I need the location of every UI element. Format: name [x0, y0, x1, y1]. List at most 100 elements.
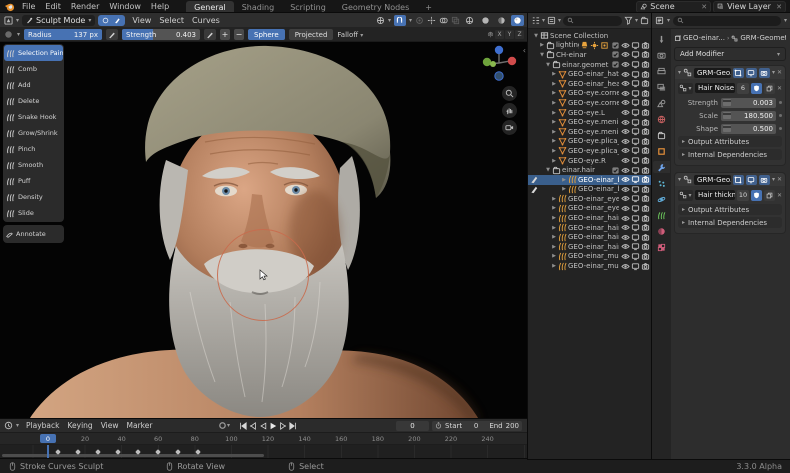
disable-viewport-icon[interactable]	[631, 214, 640, 223]
zoom-button[interactable]	[502, 86, 517, 101]
disclosure-down-icon[interactable]: ▼	[545, 62, 551, 68]
breadcrumb-object[interactable]: GEO-einar...	[683, 34, 725, 42]
disable-render-icon[interactable]	[641, 79, 650, 88]
disable-viewport-icon[interactable]	[631, 127, 640, 136]
exclude-checkbox[interactable]	[611, 41, 620, 50]
modifier-close-icon[interactable]: ✕	[777, 69, 782, 76]
hide-viewport-eye-icon[interactable]	[621, 70, 630, 79]
properties-options-chevron-icon[interactable]: ▾	[784, 17, 787, 24]
disable-render-icon[interactable]	[641, 233, 650, 242]
hide-viewport-eye-icon[interactable]	[621, 89, 630, 98]
subpanel-internal-dependencies[interactable]: ▸ Internal Dependencies	[678, 217, 782, 228]
disclosure-right-icon[interactable]: ▶	[551, 71, 557, 77]
disable-viewport-icon[interactable]	[631, 98, 640, 107]
outliner-row[interactable]: ▶ GEO-eye.cornea	[528, 89, 652, 99]
xray-toggle-icon[interactable]	[451, 16, 460, 25]
menu-render[interactable]: Render	[66, 1, 104, 12]
input-attribute-toggle-icon[interactable]	[723, 125, 731, 132]
disable-render-icon[interactable]	[641, 194, 650, 203]
modifier-close-icon[interactable]: ✕	[777, 176, 782, 183]
scene-close-icon[interactable]: ✕	[701, 3, 707, 11]
shading-material-button[interactable]	[495, 15, 508, 26]
hide-viewport-eye-icon[interactable]	[621, 223, 630, 232]
outliner-row[interactable]: ▶ GEO-einar_hair	[528, 232, 652, 242]
disable-viewport-icon[interactable]	[631, 204, 640, 213]
disable-render-icon[interactable]	[641, 156, 650, 165]
play-button[interactable]	[268, 421, 277, 431]
modifier-name-field[interactable]: GRM-Geo...	[694, 67, 731, 78]
outliner-row[interactable]: ▶ GEO-einar_must	[528, 261, 652, 271]
hide-viewport-eye-icon[interactable]	[621, 166, 630, 175]
properties-tab-object-data[interactable]	[653, 209, 670, 221]
view-layer-selector[interactable]: View Layer ✕	[713, 0, 786, 13]
outliner-row[interactable]: ▼ Scene Collection	[528, 31, 652, 41]
disclosure-right-icon[interactable]: ▶	[551, 138, 557, 144]
exclude-checkbox[interactable]	[611, 166, 620, 175]
unlink-node-group-icon[interactable]: ✕	[777, 192, 782, 199]
proportional-edit-icon[interactable]	[415, 16, 424, 25]
disable-viewport-icon[interactable]	[631, 60, 640, 69]
tool-annotate[interactable]: Annotate	[4, 226, 63, 242]
radius-pressure-button[interactable]	[106, 29, 119, 40]
hide-viewport-eye-icon[interactable]	[621, 233, 630, 242]
exclude-checkbox[interactable]	[611, 60, 620, 69]
animate-decorator-dot[interactable]	[779, 114, 782, 117]
hide-viewport-eye-icon[interactable]	[621, 50, 630, 59]
disable-viewport-icon[interactable]	[631, 252, 640, 261]
editor-type-properties-icon[interactable]	[655, 16, 664, 25]
disable-viewport-icon[interactable]	[631, 185, 640, 194]
panel-expand-icon[interactable]: ▾	[678, 69, 681, 76]
modifier-render-toggle[interactable]	[758, 67, 770, 78]
properties-editor-chevron-icon[interactable]: ▾	[667, 17, 670, 24]
sidebar-collapse-icon[interactable]: ‹	[523, 46, 526, 55]
brush-chevron-icon[interactable]: ▾	[17, 31, 20, 38]
animate-decorator-dot[interactable]	[779, 127, 782, 130]
timeline-editor-chevron-icon[interactable]: ▾	[16, 422, 19, 429]
outliner-row[interactable]: ▶ GEO-einar_hair	[528, 242, 652, 252]
workspace-tab-geometry-nodes[interactable]: Geometry Nodes	[334, 1, 417, 13]
grow-shrink-plus-button[interactable]: +	[220, 29, 231, 40]
param-value-field[interactable]: 0.003	[721, 97, 776, 108]
hide-viewport-eye-icon[interactable]	[621, 60, 630, 69]
tool-delete[interactable]: Delete	[4, 93, 63, 109]
disable-render-icon[interactable]	[641, 70, 650, 79]
disclosure-right-icon[interactable]: ▶	[551, 244, 557, 250]
hide-viewport-eye-icon[interactable]	[621, 252, 630, 261]
disclosure-right-icon[interactable]: ▶	[551, 110, 557, 116]
disable-render-icon[interactable]	[641, 242, 650, 251]
modifier-name-field[interactable]: GRM-Geo...	[694, 174, 731, 185]
symmetry-z-button[interactable]: Z	[515, 30, 524, 39]
camera-view-button[interactable]	[502, 120, 517, 135]
editor-type-outliner-icon[interactable]	[531, 16, 540, 25]
disable-render-icon[interactable]	[641, 223, 650, 232]
projection-projected-button[interactable]: Projected	[288, 29, 334, 40]
disable-render-icon[interactable]	[641, 175, 650, 184]
hide-viewport-eye-icon[interactable]	[621, 146, 630, 155]
outliner-row[interactable]: ▶ GEO-eye.menis	[528, 117, 652, 127]
disable-viewport-icon[interactable]	[631, 156, 640, 165]
disable-viewport-icon[interactable]	[631, 194, 640, 203]
outliner-row[interactable]: ▶ GEO-einar_bear	[528, 174, 652, 185]
disable-render-icon[interactable]	[641, 214, 650, 223]
properties-search-input[interactable]	[673, 15, 781, 26]
disable-viewport-icon[interactable]	[631, 89, 640, 98]
disable-render-icon[interactable]	[641, 127, 650, 136]
node-group-name-field[interactable]: Hair thickness	[695, 190, 735, 200]
disable-render-icon[interactable]	[641, 204, 650, 213]
hide-viewport-eye-icon[interactable]	[621, 118, 630, 127]
brush-preview-icon[interactable]	[4, 30, 13, 39]
disable-viewport-icon[interactable]	[631, 166, 640, 175]
hide-viewport-eye-icon[interactable]	[621, 41, 630, 50]
breadcrumb-modifier[interactable]: GRM-Geometr...	[740, 34, 786, 42]
modifier-editmode-toggle[interactable]	[732, 67, 744, 78]
viewport-canvas[interactable]: Selection Paint Comb Add Delete Snake Hook Gr…	[0, 42, 528, 421]
duplicate-data-button[interactable]	[763, 189, 775, 201]
disclosure-right-icon[interactable]: ▶	[551, 81, 557, 87]
fake-user-shield-button[interactable]	[750, 189, 762, 201]
hide-viewport-eye-icon[interactable]	[621, 98, 630, 107]
disable-viewport-icon[interactable]	[631, 50, 640, 59]
param-value-field[interactable]: 180.500	[721, 110, 776, 121]
radius-slider[interactable]: Radius 137 px	[24, 29, 103, 40]
disclosure-right-icon[interactable]: ▶	[539, 42, 545, 48]
animate-decorator-dot[interactable]	[779, 101, 782, 104]
